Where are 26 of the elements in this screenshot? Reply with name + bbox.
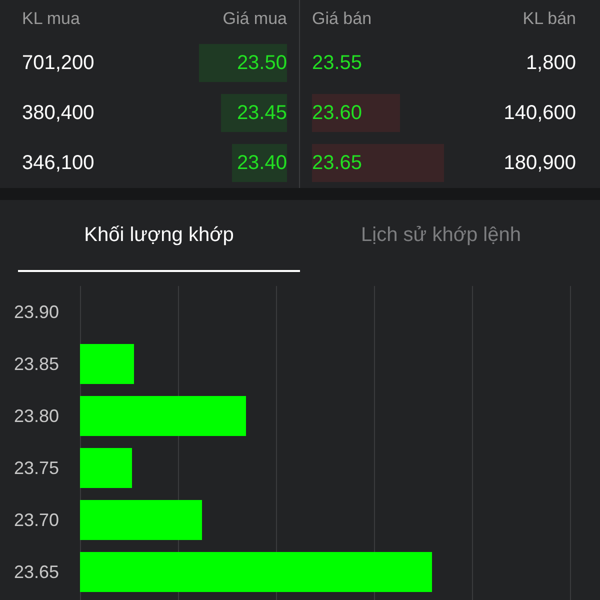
column-header: KL mua: [22, 8, 80, 30]
buy-price: 23.40: [232, 144, 287, 182]
price-label: 23.75: [13, 456, 60, 480]
column-header: Giá bán: [312, 8, 372, 30]
sell-volume: 140,600: [504, 101, 576, 126]
buy-price: 23.50: [199, 44, 287, 82]
buy-volume: 380,400: [22, 101, 94, 126]
price-label: 23.80: [13, 404, 60, 428]
column-header: KL bán: [522, 8, 576, 30]
buy-volume: 701,200: [22, 51, 94, 76]
tab[interactable]: Lịch sử khớp lệnh: [300, 200, 582, 272]
volume-bar: [80, 344, 134, 384]
volume-bar: [80, 448, 132, 488]
column-header: Giá mua: [222, 8, 287, 30]
sell-price: 23.55: [312, 51, 362, 76]
sell-price: 23.65: [312, 144, 444, 182]
buy-volume: 346,100: [22, 151, 94, 176]
price-label: 23.70: [13, 508, 60, 532]
sell-price: 23.60: [312, 94, 400, 132]
sell-volume: 1,800: [526, 51, 576, 76]
price-label: 23.90: [13, 300, 60, 324]
price-label: 23.65: [13, 560, 60, 584]
tab[interactable]: Khối lượng khớp: [18, 200, 300, 272]
sell-volume: 180,900: [504, 151, 576, 176]
price-label: 23.85: [13, 352, 60, 376]
buy-price: 23.45: [221, 94, 287, 132]
